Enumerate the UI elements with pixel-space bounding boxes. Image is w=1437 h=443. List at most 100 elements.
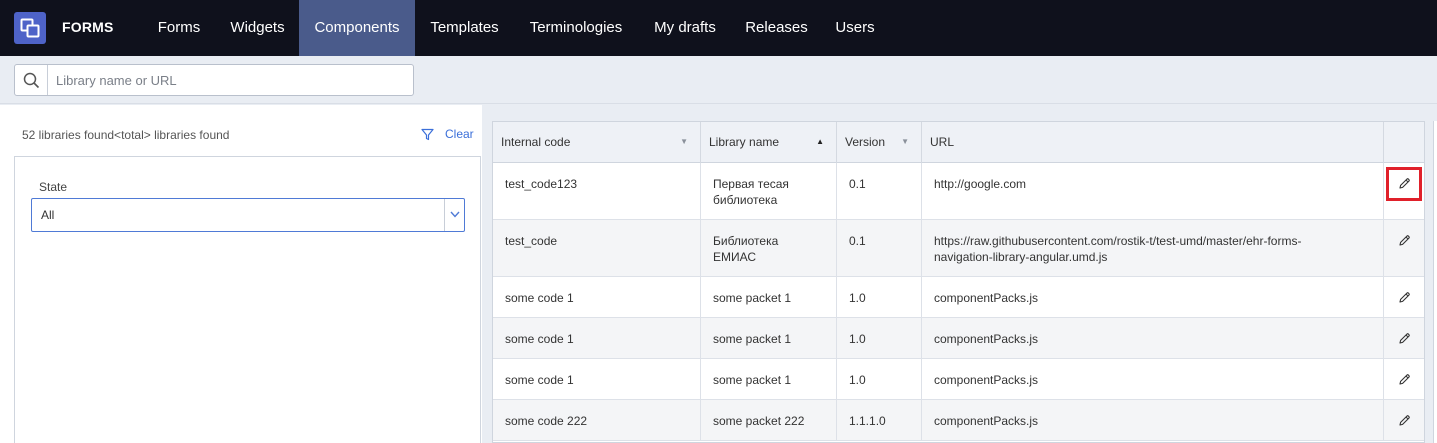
state-select[interactable]: All: [31, 198, 465, 232]
cell-text: componentPacks.js: [934, 291, 1039, 305]
nav-widgets[interactable]: Widgets: [216, 0, 299, 56]
cell-text: some packet 1: [713, 332, 792, 346]
pencil-icon: [1399, 374, 1410, 385]
pencil-icon: [1399, 235, 1410, 246]
clear-filters-button[interactable]: Clear: [421, 127, 474, 141]
cell-text: test_code: [505, 234, 558, 248]
cell-version: 1.0: [837, 359, 922, 399]
table-header: Internal code ▼ Library name ▲ Version ▼…: [493, 122, 1424, 163]
cell-text: navigation-library-angular.umd.js: [934, 250, 1108, 264]
cell-text: some packet 1: [713, 373, 792, 387]
cell-text: Библиотека: [713, 234, 779, 248]
cell-code: some code 222: [493, 400, 701, 440]
cell-version: 1.0: [837, 318, 922, 358]
cell-name: Библиотека ЕМИАС: [701, 220, 837, 276]
cell-text: 0.1: [849, 234, 866, 248]
state-label: State: [39, 180, 68, 194]
cell-name: some packet 222: [701, 400, 837, 440]
cell-code: some code 1: [493, 277, 701, 317]
nav-releases[interactable]: Releases: [732, 0, 821, 56]
cell-url: componentPacks.js: [922, 400, 1384, 440]
column-label: Library name: [709, 135, 780, 149]
filter-panel: State All: [14, 156, 481, 443]
cell-text: 1.0: [849, 332, 866, 346]
cell-code: some code 1: [493, 318, 701, 358]
cell-text: some code 222: [505, 414, 588, 428]
cell-version: 1.0: [837, 277, 922, 317]
column-label: Version: [845, 135, 886, 149]
cell-text: Первая тесая: [713, 177, 789, 191]
search-box: [14, 64, 414, 96]
pencil-icon: [1399, 415, 1410, 426]
cell-text: 1.0: [849, 291, 866, 305]
nav-terminologies[interactable]: Terminologies: [514, 0, 638, 56]
libraries-table: Internal code ▼ Library name ▲ Version ▼…: [492, 121, 1425, 443]
search-bar-area: [0, 56, 1437, 104]
scroll-edge: [1433, 121, 1437, 443]
triangle-icon: ▼: [680, 137, 688, 146]
search-icon: [23, 72, 40, 89]
cell-text: some packet 1: [713, 291, 792, 305]
cell-text: some packet 222: [713, 414, 805, 428]
triangle-icon: ▲: [816, 137, 824, 146]
cell-url: http://google.com: [922, 163, 1384, 219]
cell-name: Первая тесая библиотека: [701, 163, 837, 219]
results-count: 52 libraries found<total> libraries foun…: [22, 128, 230, 142]
cell-name: some packet 1: [701, 359, 837, 399]
edit-button[interactable]: [1393, 328, 1415, 350]
cell-text: componentPacks.js: [934, 373, 1039, 387]
column-label: Internal code: [501, 135, 571, 149]
nav-forms[interactable]: Forms: [142, 0, 216, 56]
cell-code: some code 1: [493, 359, 701, 399]
top-navigation: FORMS Forms Widgets Components Templates…: [0, 0, 1437, 56]
edit-button[interactable]: [1393, 410, 1415, 432]
clear-label: Clear: [445, 127, 474, 141]
nav-users[interactable]: Users: [821, 0, 889, 56]
table-row[interactable]: some code 1 some packet 1 1.0 componentPack…: [493, 318, 1424, 359]
filter-icon: [421, 128, 434, 140]
cell-text: ЕМИАС: [713, 250, 757, 264]
edit-highlight-box: [1386, 167, 1422, 201]
edit-button[interactable]: [1393, 287, 1415, 309]
cell-code: test_code123: [493, 163, 701, 219]
column-actions: [1384, 122, 1424, 163]
cell-version: 0.1: [837, 220, 922, 276]
search-button[interactable]: [15, 65, 48, 95]
table-row[interactable]: some code 1 some packet 1 1.0 componentPack…: [493, 277, 1424, 318]
state-value: All: [41, 208, 55, 222]
cell-url: componentPacks.js: [922, 318, 1384, 358]
brand-title: FORMS: [62, 19, 114, 35]
column-internal-code[interactable]: Internal code ▼: [493, 122, 701, 163]
search-input[interactable]: [49, 65, 413, 95]
cell-text: https://raw.githubusercontent.com/rostik…: [934, 234, 1302, 248]
nav-my-drafts[interactable]: My drafts: [638, 0, 732, 56]
cell-text: some code 1: [505, 332, 574, 346]
edit-button[interactable]: [1393, 369, 1415, 391]
nav-components[interactable]: Components: [299, 0, 415, 56]
column-version[interactable]: Version ▼: [837, 122, 922, 163]
cell-url: componentPacks.js: [922, 359, 1384, 399]
table-row[interactable]: some code 1 some packet 1 1.0 componentPack…: [493, 359, 1424, 400]
cell-text: some code 1: [505, 291, 574, 305]
cell-text: 1.1.1.0: [849, 414, 886, 428]
cell-url: https://raw.githubusercontent.com/rostik…: [922, 220, 1384, 276]
filter-sidebar: 52 libraries found<total> libraries foun…: [0, 105, 482, 443]
app-logo[interactable]: [14, 12, 46, 44]
table-row[interactable]: some code 222 some packet 222 1.1.1.0 compo…: [493, 400, 1424, 441]
cell-name: some packet 1: [701, 277, 837, 317]
cell-text: some code 1: [505, 373, 574, 387]
table-row[interactable]: test_code Библиотека ЕМИАС 0.1 https://raw.g…: [493, 220, 1424, 277]
cell-text: http://google.com: [934, 177, 1027, 191]
cell-text: библиотека: [713, 193, 778, 207]
cell-text: test_code123: [505, 177, 578, 191]
cell-code: test_code: [493, 220, 701, 276]
table-row[interactable]: test_code123 Первая тесая библиотека 0.1 htt…: [493, 163, 1424, 220]
state-dropdown-toggle[interactable]: [444, 199, 464, 231]
edit-button[interactable]: [1393, 230, 1415, 252]
nav-templates[interactable]: Templates: [415, 0, 514, 56]
column-url[interactable]: URL: [922, 122, 1384, 163]
column-library-name[interactable]: Library name ▲: [701, 122, 837, 163]
cell-text: componentPacks.js: [934, 414, 1039, 428]
cell-name: some packet 1: [701, 318, 837, 358]
copy-squares-icon: [20, 18, 40, 38]
